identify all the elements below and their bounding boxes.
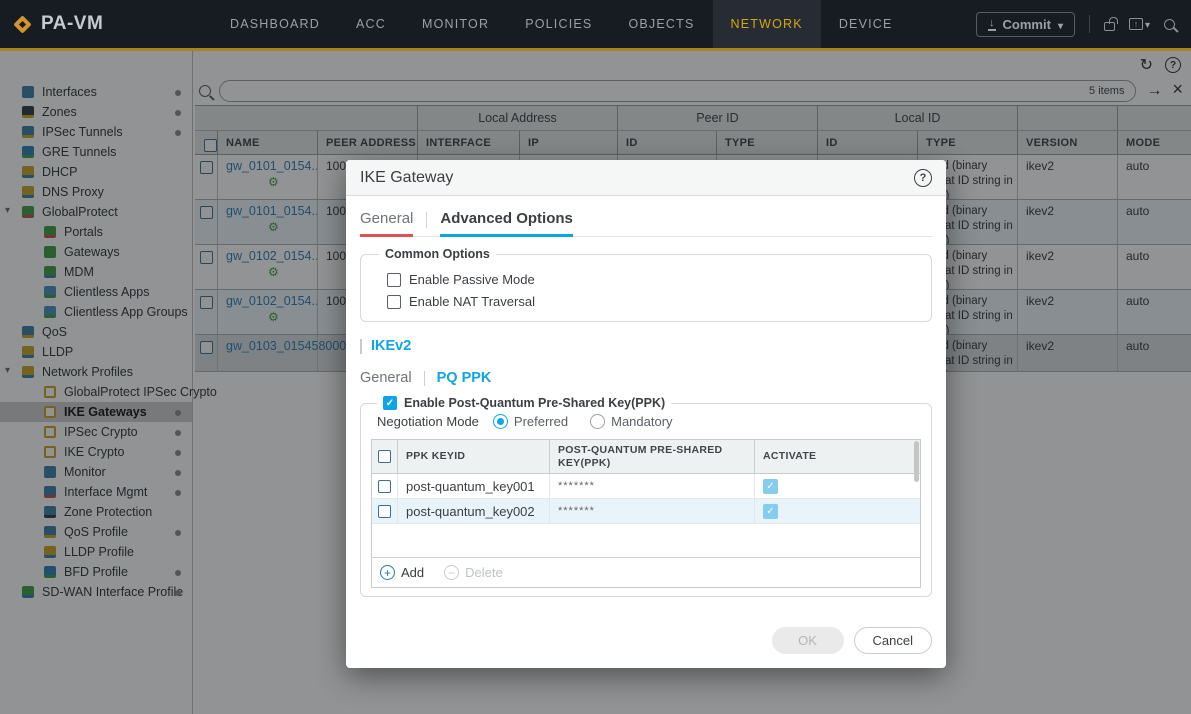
chevron-down-icon bbox=[1058, 17, 1063, 32]
ppk-row-checkbox[interactable] bbox=[378, 479, 391, 493]
minus-icon bbox=[444, 565, 460, 580]
dialog-buttons: OK Cancel bbox=[771, 627, 932, 654]
enable-passive-mode-checkbox[interactable] bbox=[387, 272, 401, 287]
nav-right-controls: Commit bbox=[976, 0, 1191, 48]
ppk-key-cell[interactable]: ******* bbox=[550, 499, 755, 523]
ike-gateway-dialog: IKE Gateway General Advanced Options Com… bbox=[346, 160, 946, 668]
global-search-icon[interactable] bbox=[1164, 18, 1175, 30]
nav-menu: DASHBOARD ACC MONITOR POLICIES OBJECTS N… bbox=[212, 0, 911, 48]
common-options-legend: Common Options bbox=[385, 247, 490, 261]
dialog-title: IKE Gateway bbox=[360, 168, 454, 186]
ppk-keyid-cell[interactable]: post-quantum_key001 bbox=[398, 474, 550, 498]
enable-nat-traversal-checkbox[interactable] bbox=[387, 294, 401, 309]
commit-icon bbox=[988, 18, 996, 31]
col-ppk-keyid[interactable]: PPK KEYID bbox=[398, 440, 550, 473]
pan-logo-icon bbox=[13, 14, 32, 34]
mandatory-label: Mandatory bbox=[611, 414, 673, 429]
ppk-keys-table: PPK KEYID POST-QUANTUM PRE-SHARED KEY(PP… bbox=[371, 439, 921, 588]
activate-checkbox[interactable] bbox=[763, 478, 778, 494]
common-options-group: Common Options Enable Passive Mode Enabl… bbox=[360, 247, 932, 322]
dialog-header: IKE Gateway bbox=[346, 160, 946, 196]
cancel-button[interactable]: Cancel bbox=[853, 627, 932, 654]
ike-version-row: IKEv2 bbox=[360, 338, 932, 354]
pa-vm-app: PA-VM DASHBOARD ACC MONITOR POLICIES OBJ… bbox=[0, 0, 1191, 714]
nav-item-network[interactable]: NETWORK bbox=[712, 0, 821, 48]
ppk-row-checkbox[interactable] bbox=[378, 504, 391, 518]
nav-item-device[interactable]: DEVICE bbox=[821, 0, 911, 48]
subtab-pq-ppk[interactable]: PQ PPK bbox=[437, 370, 492, 386]
ikev2-subtabs: General PQ PPK bbox=[360, 370, 932, 386]
version-separator bbox=[360, 338, 362, 354]
passive-mode-label: Enable Passive Mode bbox=[409, 272, 535, 287]
dialog-tabs: General Advanced Options bbox=[360, 210, 932, 237]
ppk-row[interactable]: post-quantum_key002 ******* bbox=[372, 499, 920, 524]
top-nav: PA-VM DASHBOARD ACC MONITOR POLICIES OBJ… bbox=[0, 0, 1191, 51]
subtab-general[interactable]: General bbox=[360, 370, 412, 386]
enable-ppk-checkbox[interactable] bbox=[383, 396, 397, 410]
ppk-table-header: PPK KEYID POST-QUANTUM PRE-SHARED KEY(PP… bbox=[372, 440, 920, 474]
passive-mode-row: Enable Passive Mode bbox=[387, 272, 919, 287]
ppk-keyid-cell[interactable]: post-quantum_key002 bbox=[398, 499, 550, 523]
commit-label: Commit bbox=[1002, 16, 1051, 32]
preferred-radio[interactable] bbox=[492, 414, 508, 429]
activate-checkbox[interactable] bbox=[763, 503, 778, 519]
brand-name: PA-VM bbox=[41, 13, 104, 34]
nav-item-monitor[interactable]: MONITOR bbox=[404, 0, 507, 48]
add-button[interactable]: Add bbox=[380, 565, 424, 580]
config-lock-icon[interactable] bbox=[1103, 17, 1118, 31]
ppk-key-cell[interactable]: ******* bbox=[550, 474, 755, 498]
preferred-label: Preferred bbox=[513, 414, 569, 429]
nav-divider bbox=[1088, 15, 1090, 33]
nav-item-acc[interactable]: ACC bbox=[338, 0, 404, 48]
nav-item-dashboard[interactable]: DASHBOARD bbox=[212, 0, 338, 48]
nat-traversal-row: Enable NAT Traversal bbox=[387, 294, 919, 309]
ppk-group: Enable Post-Quantum Pre-Shared Key(PPK) … bbox=[360, 396, 932, 597]
save-config-icon bbox=[1128, 18, 1143, 30]
ppk-select-all-checkbox[interactable] bbox=[378, 450, 391, 463]
ppk-legend: Enable Post-Quantum Pre-Shared Key(PPK) bbox=[377, 396, 671, 410]
brand: PA-VM bbox=[0, 0, 150, 48]
nav-item-policies[interactable]: POLICIES bbox=[507, 0, 610, 48]
scrollbar-thumb[interactable] bbox=[914, 441, 919, 482]
tab-advanced-options[interactable]: Advanced Options bbox=[440, 210, 573, 237]
col-activate[interactable]: ACTIVATE bbox=[755, 440, 920, 473]
enable-ppk-label: Enable Post-Quantum Pre-Shared Key(PPK) bbox=[404, 396, 666, 410]
mandatory-radio[interactable] bbox=[590, 414, 606, 429]
subtab-separator bbox=[423, 370, 425, 386]
ppk-row[interactable]: post-quantum_key001 ******* bbox=[372, 474, 920, 499]
ikev2-label[interactable]: IKEv2 bbox=[371, 338, 411, 354]
chevron-down-icon bbox=[1145, 15, 1150, 33]
negotiation-mode-row: Negotiation Mode Preferred Mandatory bbox=[377, 414, 921, 429]
plus-icon bbox=[380, 565, 395, 580]
nat-traversal-label: Enable NAT Traversal bbox=[409, 294, 535, 309]
col-ppk-key[interactable]: POST-QUANTUM PRE-SHARED KEY(PPK) bbox=[550, 440, 755, 473]
ppk-table-footer: Add Delete bbox=[372, 557, 920, 587]
dialog-help-icon[interactable] bbox=[914, 168, 932, 187]
tab-separator bbox=[426, 212, 428, 228]
dialog-body: General Advanced Options Common Options … bbox=[346, 196, 946, 597]
commit-button[interactable]: Commit bbox=[976, 11, 1075, 37]
delete-button[interactable]: Delete bbox=[444, 565, 503, 580]
negotiation-mode-label: Negotiation Mode bbox=[377, 414, 479, 429]
ok-button[interactable]: OK bbox=[771, 627, 844, 654]
nav-item-objects[interactable]: OBJECTS bbox=[610, 0, 712, 48]
save-config-control[interactable] bbox=[1128, 15, 1150, 33]
tab-general[interactable]: General bbox=[360, 210, 414, 237]
